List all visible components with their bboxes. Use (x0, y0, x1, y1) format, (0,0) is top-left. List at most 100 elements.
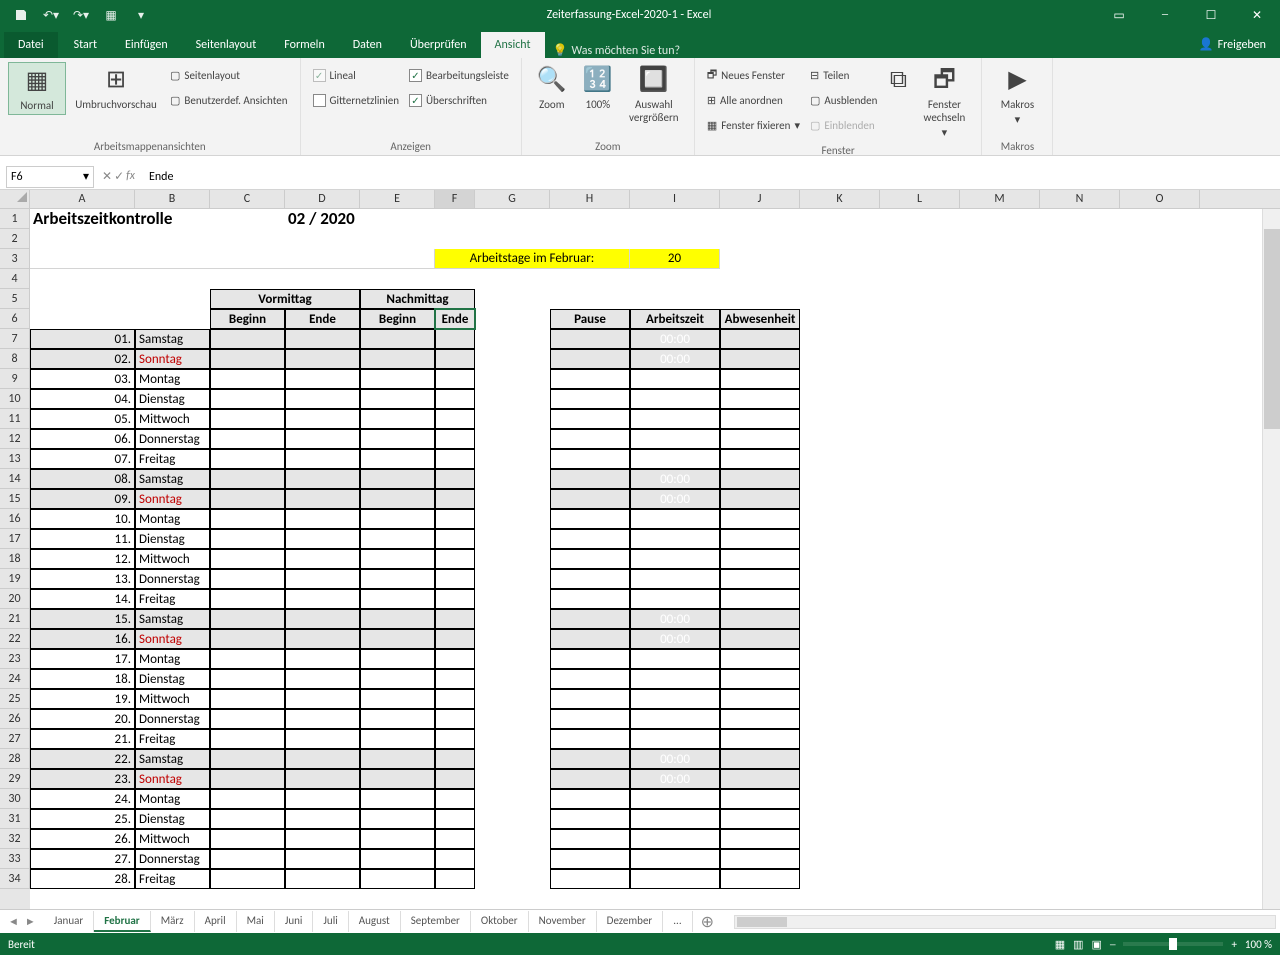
tab-formulas[interactable]: Formeln (270, 32, 338, 58)
tab-layout[interactable]: Seitenlayout (182, 32, 271, 58)
col-header-L[interactable]: L (880, 190, 960, 208)
sheet-tab-juli[interactable]: Juli (313, 911, 348, 932)
col-header-M[interactable]: M (960, 190, 1040, 208)
col-header-C[interactable]: C (210, 190, 285, 208)
new-window-button[interactable]: 🗗 Neues Fenster (707, 64, 800, 86)
gridlines-checkbox[interactable] (313, 94, 326, 107)
row-header-24[interactable]: 24 (0, 669, 30, 689)
col-header-O[interactable]: O (1120, 190, 1200, 208)
sheet-tab-juni[interactable]: Juni (275, 911, 314, 932)
redo-icon[interactable]: ↷▾ (68, 3, 94, 27)
maximize-icon[interactable]: ☐ (1188, 0, 1234, 30)
row-header-21[interactable]: 21 (0, 609, 30, 629)
row-header-20[interactable]: 20 (0, 589, 30, 609)
sheet-tab-mai[interactable]: Mai (237, 911, 275, 932)
zoom-selection-button[interactable]: 🔲Auswahl vergrößern (622, 62, 686, 126)
row-header-29[interactable]: 29 (0, 769, 30, 789)
sheet-tab-januar[interactable]: Januar (44, 911, 94, 932)
minimize-icon[interactable]: ─ (1142, 0, 1188, 30)
tell-me[interactable]: 💡 Was möchten Sie tun? (545, 43, 689, 58)
row-header-8[interactable]: 8 (0, 349, 30, 369)
row-header-30[interactable]: 30 (0, 789, 30, 809)
col-header-D[interactable]: D (285, 190, 360, 208)
row-header-7[interactable]: 7 (0, 329, 30, 349)
sheet-tab-februar[interactable]: Februar (94, 911, 150, 932)
row-header-2[interactable]: 2 (0, 229, 30, 249)
hide-button[interactable]: ▢ Ausblenden (810, 89, 877, 111)
row-header-25[interactable]: 25 (0, 689, 30, 709)
unhide-button[interactable]: ▢ Einblenden (810, 114, 877, 136)
row-header-13[interactable]: 13 (0, 449, 30, 469)
zoom-slider[interactable] (1123, 942, 1223, 946)
pagebreak-view-button[interactable]: ⊞Umbruchvorschau (68, 62, 164, 113)
zoom-button[interactable]: 🔍Zoom (530, 62, 574, 113)
row-header-26[interactable]: 26 (0, 709, 30, 729)
arrange-all-button[interactable]: ⊞ Alle anordnen (707, 89, 800, 111)
col-header-G[interactable]: G (475, 190, 550, 208)
col-header-A[interactable]: A (30, 190, 135, 208)
sheet-tab-dezember[interactable]: Dezember (597, 911, 664, 932)
col-header-H[interactable]: H (550, 190, 630, 208)
page-layout-button[interactable]: ▢ Seitenlayout (170, 64, 288, 86)
side-by-side-button[interactable]: ⧉ (883, 62, 913, 98)
name-box[interactable]: F6▾ (6, 166, 94, 188)
freeze-panes-button[interactable]: ▦ Fenster fixieren ▾ (707, 114, 800, 136)
new-sheet-button[interactable]: ⊕ (693, 912, 722, 932)
sheet-tab-november[interactable]: November (529, 911, 597, 932)
switch-windows-button[interactable]: 🗗Fenster wechseln ▾ (915, 62, 973, 142)
sheet-tab-april[interactable]: April (195, 911, 237, 932)
zoom-in-button[interactable]: + (1231, 938, 1236, 951)
zoom-out-button[interactable]: ─ (1110, 938, 1116, 951)
row-header-5[interactable]: 5 (0, 289, 30, 309)
headings-checkbox[interactable]: ✓ (409, 94, 422, 107)
tab-nav-prev[interactable]: ◄ (8, 915, 19, 928)
hscroll-thumb[interactable] (737, 917, 787, 927)
row-header-4[interactable]: 4 (0, 269, 30, 289)
enter-icon[interactable]: ✓ (114, 169, 124, 184)
save-icon[interactable] (8, 3, 34, 27)
active-cell[interactable]: Ende (435, 309, 475, 329)
select-all[interactable] (0, 190, 30, 209)
macros-button[interactable]: ▶Makros ▾ (990, 62, 1044, 128)
formula-bar-checkbox[interactable]: ✓ (409, 69, 422, 82)
col-header-F[interactable]: F (435, 190, 475, 208)
row-header-23[interactable]: 23 (0, 649, 30, 669)
close-icon[interactable]: ✕ (1234, 0, 1280, 30)
row-header-3[interactable]: 3 (0, 249, 30, 269)
row-header-19[interactable]: 19 (0, 569, 30, 589)
tab-file[interactable]: Datei (4, 32, 58, 58)
view-normal-icon[interactable]: ▦ (1055, 938, 1065, 951)
row-header-1[interactable]: 1 (0, 209, 30, 229)
sheet-tab-september[interactable]: September (401, 911, 471, 932)
row-header-10[interactable]: 10 (0, 389, 30, 409)
tab-insert[interactable]: Einfügen (111, 32, 182, 58)
share-button[interactable]: 👤 Freigeben (1185, 31, 1280, 58)
row-header-34[interactable]: 34 (0, 869, 30, 889)
zoom-level[interactable]: 100 % (1245, 938, 1272, 951)
row-header-11[interactable]: 11 (0, 409, 30, 429)
row-header-18[interactable]: 18 (0, 549, 30, 569)
col-header-K[interactable]: K (800, 190, 880, 208)
custom-views-button[interactable]: ▢ Benutzerdef. Ansichten (170, 89, 288, 111)
row-header-16[interactable]: 16 (0, 509, 30, 529)
spreadsheet-grid[interactable]: 1234567891011121314151617181920212223242… (0, 209, 1280, 909)
qat-dropdown-icon[interactable]: ▾ (128, 3, 154, 27)
zoom-100-button[interactable]: 🔢100% (576, 62, 620, 113)
col-header-B[interactable]: B (135, 190, 210, 208)
row-header-27[interactable]: 27 (0, 729, 30, 749)
sheet-tab-oktober[interactable]: Oktober (471, 911, 529, 932)
split-button[interactable]: ⊟ Teilen (810, 64, 877, 86)
col-header-I[interactable]: I (630, 190, 720, 208)
row-header-14[interactable]: 14 (0, 469, 30, 489)
row-header-22[interactable]: 22 (0, 629, 30, 649)
view-layout-icon[interactable]: ▥ (1073, 938, 1083, 951)
col-header-J[interactable]: J (720, 190, 800, 208)
tab-review[interactable]: Überprüfen (396, 32, 481, 58)
row-header-17[interactable]: 17 (0, 529, 30, 549)
tab-start[interactable]: Start (60, 32, 111, 58)
fx-icon[interactable]: fx (126, 169, 135, 184)
row-header-15[interactable]: 15 (0, 489, 30, 509)
scroll-thumb[interactable] (1264, 229, 1280, 429)
cancel-icon[interactable]: ✕ (102, 169, 112, 184)
ribbon-options-icon[interactable]: ▭ (1096, 0, 1142, 30)
